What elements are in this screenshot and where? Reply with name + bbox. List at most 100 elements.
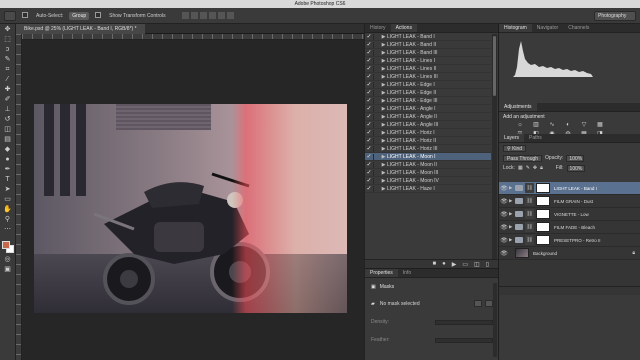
- expand-triangle-icon[interactable]: ▶: [380, 106, 387, 112]
- action-item[interactable]: ✓ ▶ LIGHT LEAK - Moon III: [365, 169, 491, 177]
- mask-thumbnail[interactable]: [536, 183, 550, 193]
- density-slider[interactable]: [435, 319, 493, 325]
- action-item[interactable]: ✓ ▶ LIGHT LEAK - Moon I: [365, 153, 491, 161]
- exposure-icon[interactable]: ◐: [563, 121, 573, 128]
- document-image[interactable]: [34, 104, 347, 313]
- path-select-tool-icon[interactable]: ➤: [3, 186, 13, 194]
- expand-triangle-icon[interactable]: ▶: [380, 162, 387, 168]
- align-left-icon[interactable]: [208, 12, 216, 19]
- dialog-toggle[interactable]: [373, 89, 380, 96]
- document-tab[interactable]: Bike.psd @ 25% (LIGHT LEAK - Band I, RGB…: [16, 24, 145, 34]
- mask-thumbnail[interactable]: [536, 235, 550, 245]
- vector-mask-icon[interactable]: [485, 300, 493, 307]
- action-item[interactable]: ✓ ▶ LIGHT LEAK - Angle III: [365, 121, 491, 129]
- visibility-eye-icon[interactable]: 👁︎: [499, 250, 509, 257]
- new-action-icon[interactable]: ◫: [474, 261, 480, 268]
- move-tool-icon[interactable]: ✥: [3, 26, 13, 34]
- expand-triangle-icon[interactable]: ▶: [380, 154, 387, 160]
- expand-triangle-icon[interactable]: ▶: [380, 82, 387, 88]
- dialog-toggle[interactable]: [373, 177, 380, 184]
- blur-tool-icon[interactable]: ◆: [3, 146, 13, 154]
- checkmark-icon[interactable]: ✓: [365, 97, 373, 104]
- visibility-eye-icon[interactable]: 👁︎: [499, 198, 509, 205]
- lock-all-icon[interactable]: 🔒︎: [540, 165, 543, 171]
- screen-mode-icon[interactable]: ▣: [3, 266, 13, 274]
- canvas-area[interactable]: [22, 40, 364, 360]
- pen-tool-icon[interactable]: ✒: [3, 166, 13, 174]
- expand-triangle-icon[interactable]: ▶: [380, 186, 387, 192]
- tab-actions[interactable]: Actions: [390, 24, 417, 32]
- stop-icon[interactable]: ■: [432, 261, 436, 267]
- visibility-eye-icon[interactable]: 👁︎: [499, 211, 509, 218]
- dialog-toggle[interactable]: [373, 41, 380, 48]
- brush-tool-icon[interactable]: ✐: [3, 96, 13, 104]
- tab-navigator[interactable]: Navigator: [532, 24, 563, 32]
- expand-triangle-icon[interactable]: ▶: [380, 178, 387, 184]
- layer-kind-filter[interactable]: ⚲ Kind: [503, 144, 527, 152]
- action-item[interactable]: ✓ ▶ LIGHT LEAK - Band II: [365, 41, 491, 49]
- dialog-toggle[interactable]: [373, 81, 380, 88]
- align-bottom-icon[interactable]: [199, 12, 207, 19]
- action-item[interactable]: ✓ ▶ LIGHT LEAK - Moon II: [365, 161, 491, 169]
- action-item[interactable]: ✓ ▶ LIGHT LEAK - Lines III: [365, 73, 491, 81]
- action-item[interactable]: ✓ ▶ LIGHT LEAK - Edge II: [365, 89, 491, 97]
- tab-histogram[interactable]: Histogram: [499, 24, 532, 32]
- tab-properties[interactable]: Properties: [365, 269, 398, 277]
- tab-paths[interactable]: Paths: [524, 134, 547, 142]
- mask-thumbnail[interactable]: [536, 222, 550, 232]
- checkmark-icon[interactable]: ✓: [365, 129, 373, 136]
- record-icon[interactable]: ●: [442, 261, 446, 267]
- expand-triangle-icon[interactable]: ▶: [380, 34, 387, 40]
- checkmark-icon[interactable]: ✓: [365, 113, 373, 120]
- mask-thumbnail[interactable]: [536, 196, 550, 206]
- color-swatches[interactable]: [1, 240, 15, 254]
- dialog-toggle[interactable]: [373, 145, 380, 152]
- action-item[interactable]: ✓ ▶ LIGHT LEAK - Angle II: [365, 113, 491, 121]
- tab-history[interactable]: History: [365, 24, 391, 32]
- dialog-toggle[interactable]: [373, 49, 380, 56]
- expand-triangle-icon[interactable]: ▶: [380, 50, 387, 56]
- layer-row[interactable]: 👁︎ ▶ ⛓︎ LIGHT LEAK - Band I: [499, 182, 640, 195]
- action-item[interactable]: ✓ ▶ LIGHT LEAK - Haze I: [365, 185, 491, 193]
- checkmark-icon[interactable]: ✓: [365, 185, 373, 192]
- expand-triangle-icon[interactable]: ▶: [380, 58, 387, 64]
- feather-field[interactable]: Feather:: [371, 337, 493, 343]
- dialog-toggle[interactable]: [373, 185, 380, 192]
- expand-triangle-icon[interactable]: ▶: [380, 130, 387, 136]
- dialog-toggle[interactable]: [373, 65, 380, 72]
- layer-row[interactable]: 👁︎ ▶ ⛓︎ FILM GRAIN - Dust: [499, 195, 640, 208]
- expand-triangle-icon[interactable]: ▶: [380, 98, 387, 104]
- layer-thumbnail[interactable]: [515, 248, 529, 258]
- dialog-toggle[interactable]: [373, 73, 380, 80]
- checkmark-icon[interactable]: ✓: [365, 105, 373, 112]
- checkmark-icon[interactable]: ✓: [365, 41, 373, 48]
- action-item[interactable]: ✓ ▶ LIGHT LEAK - Moon IV: [365, 177, 491, 185]
- tab-layers[interactable]: Layers: [499, 134, 525, 142]
- show-transform-checkbox[interactable]: [95, 12, 103, 19]
- expand-triangle-icon[interactable]: ▶: [380, 42, 387, 48]
- foreground-color-swatch[interactable]: [1, 241, 10, 249]
- checkmark-icon[interactable]: ✓: [365, 81, 373, 88]
- layer-row[interactable]: 👁︎ ▶ ⛓︎ VIGNETTE - Low: [499, 208, 640, 221]
- dialog-toggle[interactable]: [373, 113, 380, 120]
- action-item[interactable]: ✓ ▶ LIGHT LEAK - Horiz I: [365, 129, 491, 137]
- vibrance-icon[interactable]: ▽: [579, 121, 589, 128]
- lock-position-icon[interactable]: ✥: [533, 165, 537, 171]
- auto-select-checkbox[interactable]: [22, 12, 30, 19]
- expand-triangle-icon[interactable]: ▶: [380, 114, 387, 120]
- expand-triangle-icon[interactable]: ▶: [380, 90, 387, 96]
- actions-scrollbar[interactable]: [492, 34, 497, 259]
- layer-row[interactable]: 👁︎ ▶ ⛓︎ PRESETPRO - Retro II: [499, 234, 640, 247]
- lasso-tool-icon[interactable]: ↄ: [3, 46, 13, 54]
- eraser-tool-icon[interactable]: ◫: [3, 126, 13, 134]
- mask-thumbnail[interactable]: [536, 209, 550, 219]
- visibility-eye-icon[interactable]: 👁︎: [499, 185, 509, 192]
- checkmark-icon[interactable]: ✓: [365, 57, 373, 64]
- layer-row[interactable]: 👁︎ ▶ ⛓︎ FILM FADE - Bleach: [499, 221, 640, 234]
- visibility-eye-icon[interactable]: 👁︎: [499, 237, 509, 244]
- workspace-dropdown[interactable]: Photography: [594, 11, 636, 21]
- brightness-icon[interactable]: ☼: [515, 121, 525, 128]
- expand-triangle-icon[interactable]: ▶: [380, 170, 387, 176]
- action-item[interactable]: ✓ ▶ LIGHT LEAK - Lines I: [365, 57, 491, 65]
- tab-adjustments[interactable]: Adjustments: [499, 103, 537, 111]
